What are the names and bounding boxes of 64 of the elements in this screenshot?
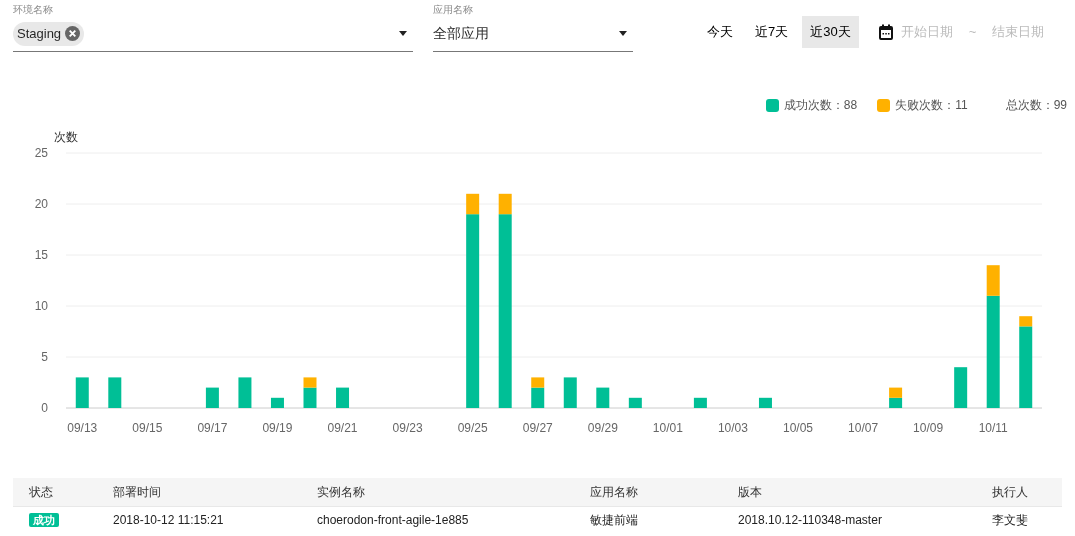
range-separator: ~ <box>968 23 977 42</box>
bar <box>563 377 577 408</box>
field-label: 应用名称 <box>433 4 473 16</box>
bar <box>238 377 252 408</box>
table-cell-text: 敏捷前端 <box>590 512 639 529</box>
axis-tick-label: 0 <box>41 401 48 415</box>
column-header: 实例名称 <box>317 484 366 501</box>
column-header: 应用名称 <box>590 484 639 501</box>
field-label: 环境名称 <box>13 4 53 16</box>
bar <box>205 387 219 408</box>
bar <box>336 387 350 408</box>
axis-tick-label: 09/15 <box>132 421 163 435</box>
axis-tick-label: 10/05 <box>783 421 813 435</box>
table-cell-text: 2018-10-12 11:15:21 <box>113 512 225 529</box>
bar <box>693 397 707 408</box>
axis-tick-label: 10/03 <box>717 421 748 435</box>
status-badge: 成功 <box>29 513 59 527</box>
bar <box>628 397 642 408</box>
date-range-button[interactable]: 今天 <box>699 16 741 48</box>
bar <box>596 387 610 408</box>
axis-tick-label: 09/21 <box>327 421 358 435</box>
bar <box>758 397 772 408</box>
axis-tick-label: 5 <box>41 350 48 364</box>
caret-icon <box>399 31 407 36</box>
axis-tick-label: 10 <box>34 299 48 313</box>
axis-tick-label: 09/17 <box>197 421 228 435</box>
column-header: 状态 <box>28 484 54 501</box>
axis-tick-label: 10/11 <box>978 421 1008 435</box>
table-cell-text: 2018.10.12-110348-master <box>738 512 883 529</box>
axis-tick-label: 10/01 <box>652 421 683 435</box>
select-field[interactable]: 全部应用 <box>433 16 633 52</box>
select-field[interactable]: Staging <box>13 16 413 52</box>
date-range-button[interactable]: 近30天 <box>802 16 859 48</box>
axis-tick-label: 10/07 <box>848 421 879 435</box>
total-count: 总次数：99 <box>1005 97 1067 114</box>
bar <box>108 377 122 408</box>
axis-tick-label: 10/09 <box>913 421 944 435</box>
column-header: 部署时间 <box>113 484 162 501</box>
bar <box>954 367 968 408</box>
calendar-icon[interactable] <box>878 24 893 40</box>
axis-title: 次数 <box>54 130 78 144</box>
axis-tick-label: 09/23 <box>392 421 423 435</box>
legend-label: 失败次数：11 <box>895 97 968 114</box>
table-cell-text: choerodon-front-agile-1e885 <box>317 512 470 529</box>
axis-tick-label: 20 <box>34 197 48 211</box>
table-cell-text: 李文斐 <box>992 512 1029 529</box>
axis-tick-label: 09/29 <box>587 421 618 435</box>
bar <box>889 387 903 398</box>
close-icon[interactable] <box>65 26 81 41</box>
axis-tick-label: 09/19 <box>262 421 293 435</box>
date-range-button[interactable]: 近7天 <box>747 16 797 48</box>
legend-label: 成功次数：88 <box>783 97 858 114</box>
axis-tick-label: 15 <box>34 248 48 262</box>
axis-tick-label: 09/25 <box>457 421 488 435</box>
caret-icon <box>619 31 627 36</box>
column-header: 执行人 <box>992 484 1029 501</box>
column-header: 版本 <box>738 484 763 501</box>
axis-tick-label: 25 <box>34 146 48 160</box>
bar <box>75 377 89 408</box>
bar <box>270 397 284 408</box>
axis-tick-label: 09/27 <box>522 421 553 435</box>
tag-chip[interactable]: Staging <box>13 21 85 46</box>
bar <box>889 397 903 408</box>
axis-tick-label: 09/13 <box>67 421 98 435</box>
